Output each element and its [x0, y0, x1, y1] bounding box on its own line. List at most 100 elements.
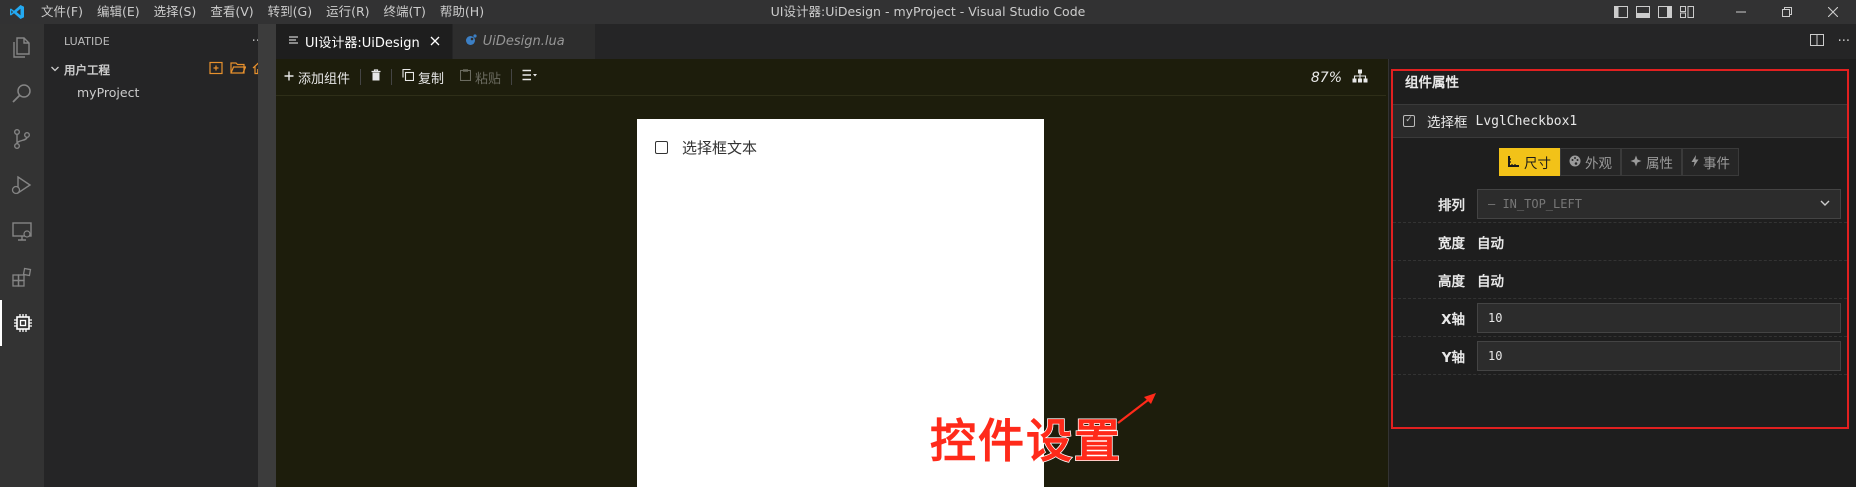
copy-button[interactable]: 复制 [394, 59, 452, 96]
clipboard-icon [459, 69, 472, 85]
prop-y-row: Y轴 10 [1393, 337, 1847, 375]
tab-uidesign-lua[interactable]: UiDesign.lua [452, 24, 596, 59]
activity-bar [0, 24, 44, 487]
copy-icon [402, 68, 415, 85]
hierarchy-icon[interactable] [1352, 69, 1368, 87]
component-name: LvglCheckbox1 [1475, 113, 1578, 129]
more-actions-icon[interactable]: ··· [1838, 34, 1850, 49]
menu-view[interactable]: 查看(V) [203, 0, 260, 24]
menu-terminal[interactable]: 终端(T) [377, 0, 433, 24]
menu-bar: 文件(F) 编辑(E) 选择(S) 查看(V) 转到(G) 运行(R) 终端(T… [34, 0, 491, 24]
align-select[interactable]: — IN_TOP_LEFT [1477, 188, 1841, 219]
trash-icon [371, 69, 381, 85]
tab-size[interactable]: 尺寸 [1499, 148, 1560, 176]
lua-file-icon [465, 34, 477, 49]
minimize-icon[interactable] [1718, 0, 1764, 24]
search-icon[interactable] [0, 70, 44, 116]
tab-size-label: 尺寸 [1524, 156, 1551, 172]
prop-align-label: 排列 [1438, 197, 1465, 214]
section-label: 用户工程 [64, 63, 110, 77]
prop-x-row: X轴 10 [1393, 299, 1847, 337]
title-bar: 文件(F) 编辑(E) 选择(S) 查看(V) 转到(G) 运行(R) 终端(T… [0, 0, 1856, 24]
plus-icon [284, 70, 294, 85]
tab-events-label: 事件 [1703, 156, 1730, 172]
tab-appearance[interactable]: 外观 [1560, 148, 1621, 176]
tab-label: UiDesign.lua [482, 34, 565, 49]
prop-height-label: 高度 [1438, 273, 1465, 290]
add-component-label: 添加组件 [298, 71, 351, 87]
annotation-arrow-icon [1117, 393, 1156, 424]
toggle-primary-sidebar-icon[interactable] [1610, 0, 1632, 24]
files-icon[interactable] [0, 24, 44, 70]
tab-events[interactable]: 事件 [1682, 148, 1739, 176]
remote-explorer-icon[interactable] [0, 208, 44, 254]
chevron-down-icon [50, 64, 64, 77]
zoom-level: 87% [1310, 69, 1342, 86]
menu-run[interactable]: 运行(R) [319, 0, 376, 24]
source-control-icon[interactable] [0, 116, 44, 162]
menu-selection[interactable]: 选择(S) [147, 0, 204, 24]
run-debug-icon[interactable] [0, 162, 44, 208]
delete-button[interactable] [363, 59, 389, 96]
tab-bar: UI设计器:UiDesign UiDesign.lua ··· [276, 24, 1856, 59]
ui-designer: 添加组件 复制 粘贴 87% 选择框文本 组件属性 ✓ 选择框 LvglChec… [276, 59, 1856, 487]
checkbox-text: 选择框文本 [682, 139, 758, 157]
checkbox-widget[interactable]: 选择框文本 [655, 137, 757, 158]
tab-ui-designer[interactable]: UI设计器:UiDesign [276, 24, 453, 59]
prop-x-label: X轴 [1441, 311, 1465, 328]
new-project-icon[interactable] [209, 61, 224, 79]
sidebar-scrollbar[interactable] [258, 24, 276, 487]
luatide-chip-icon[interactable] [0, 300, 44, 346]
prop-width-row: 宽度 自动 [1393, 223, 1847, 261]
height-value[interactable]: 自动 [1477, 270, 1504, 290]
toolbar-divider [360, 69, 362, 85]
split-editor-icon[interactable] [1809, 33, 1824, 51]
file-lines-icon [288, 35, 299, 49]
paste-label: 粘贴 [475, 71, 502, 87]
toolbar-divider [391, 69, 393, 85]
close-tab-icon[interactable] [430, 34, 440, 50]
vscode-logo-icon [0, 0, 34, 24]
paste-button[interactable]: 粘贴 [452, 59, 509, 96]
toggle-panel-icon[interactable] [1632, 0, 1654, 24]
prop-y-label: Y轴 [1441, 349, 1465, 366]
puzzle-icon [1630, 155, 1642, 170]
align-list-icon [522, 69, 538, 85]
close-window-icon[interactable] [1810, 0, 1856, 24]
chevron-down-icon [1820, 197, 1830, 210]
align-menu-button[interactable] [514, 59, 546, 96]
menu-help[interactable]: 帮助(H) [433, 0, 491, 24]
panel-title: 组件属性 [1405, 75, 1459, 91]
menu-go[interactable]: 转到(G) [261, 0, 319, 24]
prop-align-row: 排列 — IN_TOP_LEFT [1393, 185, 1847, 223]
prop-height-row: 高度 自动 [1393, 261, 1847, 299]
restore-icon[interactable] [1764, 0, 1810, 24]
x-input[interactable]: 10 [1477, 302, 1841, 333]
extensions-icon[interactable] [0, 254, 44, 300]
tab-attributes[interactable]: 属性 [1621, 148, 1682, 176]
checkbox-checked-icon: ✓ [1403, 115, 1415, 127]
selected-component[interactable]: ✓ 选择框 LvglCheckbox1 [1393, 104, 1847, 138]
tab-label: UI设计器:UiDesign [305, 36, 420, 51]
menu-edit[interactable]: 编辑(E) [90, 0, 147, 24]
palette-icon [1569, 155, 1581, 170]
checkbox-square-icon [655, 141, 668, 154]
add-component-button[interactable]: 添加组件 [276, 59, 358, 96]
toggle-secondary-sidebar-icon[interactable] [1654, 0, 1676, 24]
editor-area: UI设计器:UiDesign UiDesign.lua ··· 添加组件 复制 … [276, 24, 1856, 487]
prop-width-label: 宽度 [1438, 235, 1465, 252]
component-type: 选择框 [1427, 115, 1468, 131]
tree-item-project[interactable]: myProject [44, 81, 276, 103]
customize-layout-icon[interactable] [1676, 0, 1698, 24]
sidebar: LUATIDE ··· 用户工程 myProject [44, 24, 276, 487]
y-input[interactable]: 10 [1477, 340, 1841, 371]
width-value[interactable]: 自动 [1477, 232, 1504, 252]
properties-panel: 组件属性 ✓ 选择框 LvglCheckbox1 尺寸 外观 属性 事件 排列 … [1388, 59, 1856, 487]
open-folder-icon[interactable] [230, 61, 247, 79]
menu-file[interactable]: 文件(F) [34, 0, 90, 24]
tab-attributes-label: 属性 [1646, 156, 1673, 172]
align-value: — IN_TOP_LEFT [1488, 196, 1582, 211]
sidebar-section-user-project[interactable]: 用户工程 [44, 59, 276, 81]
designer-toolbar: 添加组件 复制 粘贴 87% [276, 59, 1386, 96]
sidebar-title: LUATIDE [64, 35, 110, 48]
